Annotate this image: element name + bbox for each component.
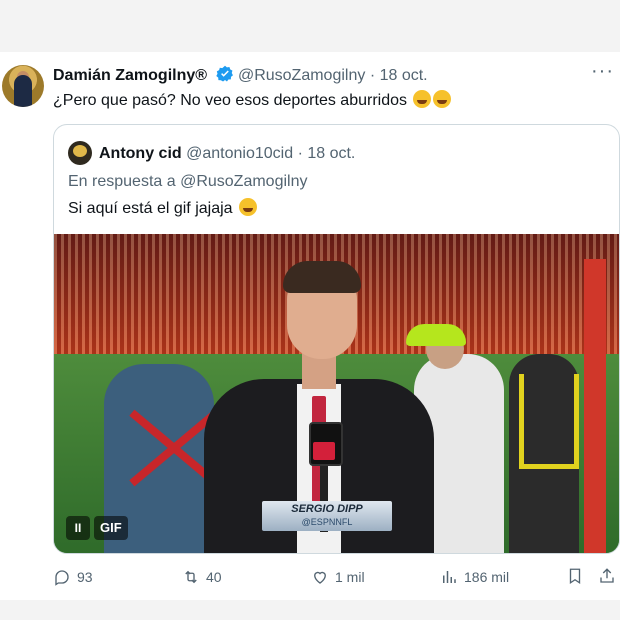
- reply-icon: [55, 570, 69, 586]
- reply-button[interactable]: 93: [53, 567, 93, 587]
- reply-prefix: En respuesta a: [68, 173, 176, 190]
- official-vest: [519, 374, 579, 469]
- author-handle[interactable]: @RusoZamogilny: [238, 67, 365, 84]
- lower-third-name: SERGIO DIPP: [291, 503, 363, 515]
- quote-header: Antony cid @antonio10cid · 18 oct.: [99, 144, 355, 164]
- like-icon: [314, 571, 326, 584]
- quote-author-avatar[interactable]: [68, 141, 92, 165]
- quoted-tweet[interactable]: Antony cid @antonio10cid · 18 oct. En re…: [53, 124, 620, 554]
- reporter-hair: [283, 261, 361, 293]
- quote-text: Si aquí está el gif jajaja: [68, 198, 257, 219]
- lower-third: SERGIO DIPP @ESPNNFL: [262, 501, 392, 531]
- views-count: 186 mil: [464, 569, 510, 585]
- views-icon: [443, 571, 456, 583]
- laughing-emoji-icon: [433, 90, 452, 108]
- reply-count: 93: [77, 569, 93, 585]
- registered-mark: ®: [195, 67, 208, 84]
- tweet-header: Damián Zamogilny® @RusoZamogilny · 18 oc…: [53, 65, 428, 89]
- quote-separator: ·: [297, 145, 303, 162]
- quote-author-handle[interactable]: @antonio10cid: [186, 145, 293, 162]
- gif-badge: GIF: [94, 516, 128, 540]
- tweet-text-content: ¿Pero que pasó? No veo esos deportes abu…: [53, 92, 407, 109]
- reply-context: En respuesta a @RusoZamogilny: [68, 172, 307, 192]
- pause-button[interactable]: II: [66, 516, 90, 540]
- like-button[interactable]: 1 mil: [311, 567, 365, 587]
- lower-third-handle: @ESPNNFL: [301, 517, 353, 527]
- share-icon[interactable]: [598, 567, 616, 588]
- avatar-body: [14, 75, 32, 107]
- quote-text-content: Si aquí está el gif jajaja: [68, 200, 233, 217]
- post-date[interactable]: 18 oct.: [380, 67, 428, 84]
- quote-date[interactable]: 18 oct.: [307, 145, 355, 162]
- tweet-card[interactable]: Damián Zamogilny® @RusoZamogilny · 18 oc…: [0, 52, 620, 600]
- like-count: 1 mil: [335, 569, 365, 585]
- repost-count: 40: [206, 569, 222, 585]
- action-bar: 93 40 1 mil 186 mil: [0, 564, 620, 590]
- more-icon[interactable]: ···: [591, 60, 614, 83]
- author-name[interactable]: Damián Zamogilny: [53, 67, 195, 84]
- tweet-text: ¿Pero que pasó? No veo esos deportes abu…: [53, 90, 452, 111]
- green-cap: [406, 324, 466, 346]
- sideline-pylon: [584, 259, 606, 553]
- gif-media[interactable]: SERGIO DIPP @ESPNNFL II GIF: [54, 234, 619, 553]
- views-button[interactable]: 186 mil: [440, 567, 509, 587]
- verified-badge-icon[interactable]: [215, 65, 234, 89]
- reply-mention[interactable]: @RusoZamogilny: [180, 173, 307, 190]
- author-avatar[interactable]: [2, 65, 44, 107]
- header-separator: ·: [369, 67, 376, 84]
- repost-icon: [185, 570, 197, 584]
- quote-author-name[interactable]: Antony cid: [99, 145, 182, 162]
- bookmark-icon[interactable]: [566, 567, 584, 588]
- laughing-emoji-icon: [239, 198, 257, 216]
- espn-mic-logo: [313, 442, 335, 460]
- laughing-emoji-icon: [413, 90, 432, 108]
- repost-button[interactable]: 40: [182, 567, 222, 587]
